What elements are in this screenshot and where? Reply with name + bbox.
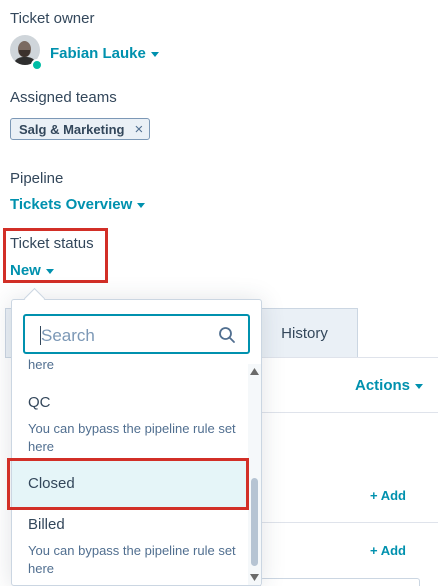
pipeline-value: Tickets Overview bbox=[10, 196, 133, 213]
presence-indicator bbox=[31, 59, 43, 71]
tabs-divider bbox=[250, 357, 438, 358]
ticket-owner-dropdown[interactable]: Fabian Lauke bbox=[50, 45, 159, 62]
tab-history-label: History bbox=[281, 324, 328, 342]
caret-down-icon bbox=[45, 268, 54, 274]
owner-name: Fabian Lauke bbox=[50, 45, 146, 62]
section-divider bbox=[260, 412, 438, 413]
caret-down-icon bbox=[150, 51, 159, 57]
option-subtitle: You can bypass the pipeline rule set her… bbox=[28, 421, 236, 454]
section-divider bbox=[260, 522, 438, 523]
actions-label: Actions bbox=[355, 377, 411, 394]
status-dropdown-menu: Search here QC You can bypass the pipeli… bbox=[11, 299, 262, 586]
pipeline-dropdown[interactable]: Tickets Overview bbox=[10, 196, 146, 213]
option-qc[interactable]: QC You can bypass the pipeline rule set … bbox=[12, 384, 249, 456]
add-button-1[interactable]: + Add bbox=[370, 488, 406, 503]
ticket-owner-label: Ticket owner bbox=[10, 10, 95, 27]
partial-option-text: here bbox=[28, 357, 55, 372]
remove-tag-icon[interactable]: × bbox=[134, 121, 143, 138]
team-tag: Salg & Marketing × bbox=[10, 118, 151, 140]
pipeline-label: Pipeline bbox=[10, 170, 64, 187]
scroll-up-icon[interactable] bbox=[250, 368, 259, 375]
scrollbar[interactable] bbox=[248, 364, 261, 585]
option-title: Billed bbox=[28, 516, 65, 533]
caret-down-icon bbox=[415, 383, 424, 389]
tab-history[interactable]: History bbox=[251, 308, 358, 358]
option-billed[interactable]: Billed You can bypass the pipeline rule … bbox=[12, 508, 249, 585]
ticket-status-value: New bbox=[10, 262, 41, 279]
closed-highlight-box bbox=[7, 458, 249, 510]
ticket-status-label: Ticket status bbox=[10, 235, 94, 252]
actions-button[interactable]: Actions bbox=[355, 377, 424, 394]
caret-down-icon bbox=[137, 202, 146, 208]
scrollbar-thumb[interactable] bbox=[251, 478, 258, 566]
search-field[interactable]: Search bbox=[23, 314, 250, 354]
option-title: QC bbox=[28, 394, 51, 411]
search-input[interactable]: Search bbox=[41, 326, 95, 346]
option-subtitle: You can bypass the pipeline rule set her… bbox=[28, 543, 236, 576]
search-icon bbox=[219, 327, 235, 343]
assigned-teams-label: Assigned teams bbox=[10, 89, 117, 106]
scroll-down-icon[interactable] bbox=[250, 574, 259, 581]
add-button-2[interactable]: + Add bbox=[370, 543, 406, 558]
ticket-status-dropdown[interactable]: New bbox=[10, 262, 54, 279]
collapsed-card-edge bbox=[260, 578, 420, 586]
team-tag-label: Salg & Marketing bbox=[19, 121, 125, 137]
